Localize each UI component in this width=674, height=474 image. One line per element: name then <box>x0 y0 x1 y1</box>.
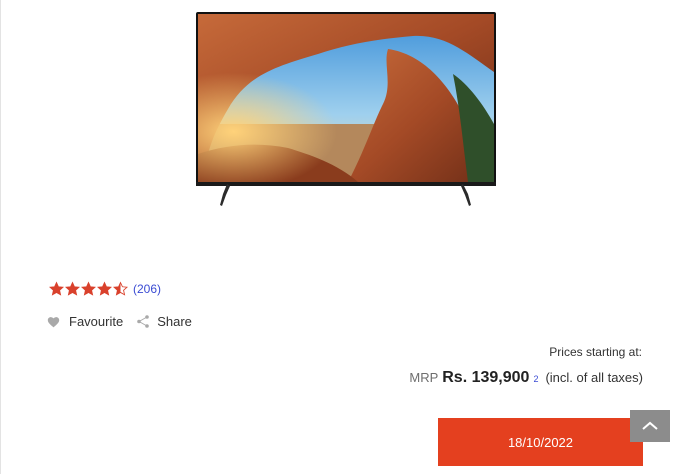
price-starting-note: Prices starting at: <box>549 345 642 359</box>
share-label: Share <box>157 314 192 329</box>
star-half-icon <box>113 281 128 296</box>
price-value: Rs. 139,900 <box>442 369 530 386</box>
star-full-icon <box>97 281 112 296</box>
price-row: MRP Rs. 139,900 2 (incl. of all taxes) <box>409 369 643 387</box>
tv-product-image <box>196 12 496 206</box>
scroll-to-top-button[interactable] <box>630 410 670 442</box>
share-button[interactable]: Share <box>137 314 192 329</box>
star-full-icon <box>65 281 80 296</box>
star-full-icon <box>49 281 64 296</box>
mrp-label: MRP <box>409 370 439 385</box>
price-footnote-link[interactable]: 2 <box>533 374 538 384</box>
tv-leg-right <box>461 184 471 206</box>
taxes-note: (incl. of all taxes) <box>545 370 643 385</box>
date-cta-button[interactable]: 18/10/2022 <box>438 418 643 466</box>
product-actions: Favourite Share <box>47 314 192 329</box>
star-full-icon <box>81 281 96 296</box>
rating-stars <box>49 281 128 296</box>
heart-icon <box>47 316 60 327</box>
share-icon <box>137 315 150 328</box>
left-divider <box>0 0 1 474</box>
tv-bezel-bottom <box>196 182 496 186</box>
product-rating: (206) <box>49 281 161 296</box>
chevron-up-icon <box>642 421 658 430</box>
tv-screen <box>196 12 496 184</box>
favourite-button[interactable]: Favourite <box>47 314 123 329</box>
review-count-link[interactable]: (206) <box>133 282 161 296</box>
tv-leg-left <box>220 184 230 206</box>
favourite-label: Favourite <box>69 314 124 329</box>
